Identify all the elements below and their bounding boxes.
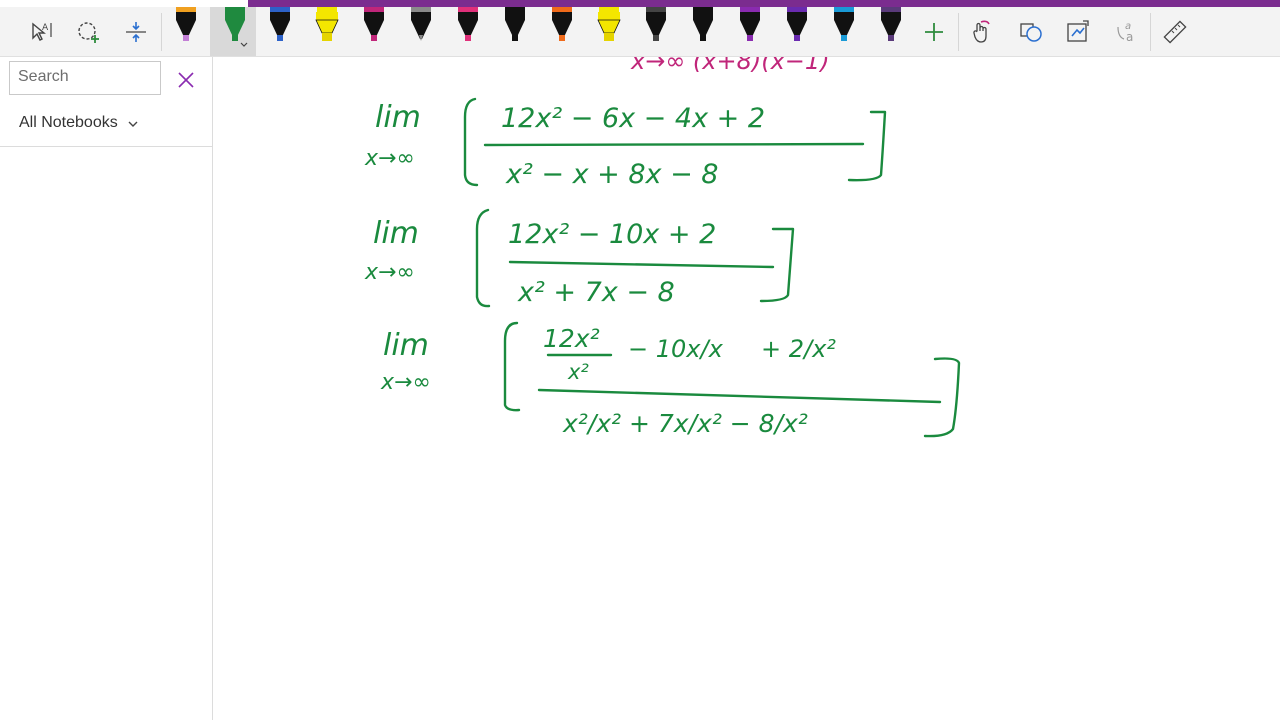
search-sidebar: All Notebooks	[0, 57, 213, 720]
right-bracket-1	[847, 110, 887, 182]
shapes-icon[interactable]	[1008, 7, 1054, 56]
chevron-down-icon	[128, 121, 138, 127]
search-box[interactable]	[9, 61, 166, 95]
fraction-bar-1	[483, 142, 865, 147]
add-pen-icon[interactable]	[911, 7, 957, 56]
lasso-select-icon[interactable]: A	[18, 7, 64, 56]
pen-pink-icon[interactable]	[446, 7, 486, 56]
svg-text:a: a	[1126, 30, 1133, 44]
notebooks-scope-label: All Notebooks	[19, 114, 118, 131]
left-bracket-3	[503, 321, 521, 412]
denominator-3: x²/x² + 7x/x² − 8/x²	[562, 409, 808, 438]
right-bracket-3	[923, 357, 961, 438]
denominator-1: x² − x + 8x − 8	[505, 159, 718, 190]
draw-toolbar: A aa	[0, 7, 1280, 57]
ruler-icon[interactable]	[1152, 7, 1198, 56]
pen-dark-gray-icon[interactable]	[634, 7, 674, 56]
search-input[interactable]	[10, 62, 166, 92]
fraction-bar-2	[508, 260, 775, 269]
pen-cyan-icon[interactable]	[822, 7, 862, 56]
left-bracket-1	[463, 97, 479, 187]
pen-black-3-icon[interactable]	[869, 7, 909, 56]
svg-text:A: A	[42, 23, 49, 33]
ink-layer: x→∞ (x+8)(x−1) lim x→∞ 12x² − 6x − 4x + …	[364, 47, 961, 438]
limit-label-1: lim	[375, 100, 421, 135]
close-search-button[interactable]	[175, 69, 197, 91]
pen-magenta-icon[interactable]	[352, 7, 392, 56]
pen-black-violet-icon[interactable]	[164, 7, 204, 56]
pencil-gray-icon[interactable]	[399, 7, 439, 56]
numerator-term-1-top: 12x²	[543, 324, 600, 353]
pen-purple-icon[interactable]	[728, 7, 768, 56]
limit-subscript-1: x→∞	[364, 146, 415, 171]
fraction-bar-3	[537, 388, 942, 404]
pen-blue-icon[interactable]	[258, 7, 298, 56]
numerator-term-1-bottom: x²	[567, 360, 589, 384]
right-bracket-2	[759, 227, 795, 303]
notebooks-scope-dropdown[interactable]: All Notebooks	[19, 112, 138, 134]
close-icon	[178, 72, 194, 88]
ink-to-shape-icon[interactable]	[959, 7, 1005, 56]
left-bracket-2	[475, 208, 491, 308]
numerator-1: 12x² − 6x − 4x + 2	[501, 103, 765, 134]
highlighter-yellow-icon[interactable]	[305, 7, 345, 56]
pen-green-icon[interactable]	[210, 7, 256, 56]
toolbar-separator	[1150, 13, 1151, 51]
limit-label-3: lim	[383, 328, 429, 363]
add-space-icon[interactable]	[66, 7, 112, 56]
limit-subscript-2: x→∞	[364, 260, 415, 285]
note-canvas[interactable]: x→∞ (x+8)(x−1) lim x→∞ 12x² − 6x − 4x + …	[213, 47, 1280, 720]
pen-orange-icon[interactable]	[540, 7, 580, 56]
limit-label-2: lim	[373, 216, 419, 251]
pen-black-2-icon[interactable]	[681, 7, 721, 56]
limit-subscript-3: x→∞	[380, 370, 431, 395]
numerator-2: 12x² − 10x + 2	[508, 219, 716, 250]
sidebar-divider	[0, 146, 212, 147]
insert-space-icon[interactable]	[113, 7, 159, 56]
denominator-2: x² + 7x − 8	[517, 277, 675, 308]
math-icon[interactable]	[1055, 7, 1101, 56]
highlighter-yellow-2-icon[interactable]	[587, 7, 627, 56]
partial-ink-line: x→∞ (x+8)(x−1)	[630, 57, 830, 75]
ink-to-text-icon[interactable]: aa	[1104, 7, 1150, 56]
accent-strip	[248, 0, 1280, 7]
numerator-term-3: + 2/x²	[761, 335, 836, 363]
pen-violet-icon[interactable]	[775, 7, 815, 56]
numerator-term-2: − 10x/x	[628, 335, 724, 363]
toolbar-separator	[161, 13, 162, 51]
pen-black-icon[interactable]	[493, 7, 533, 56]
